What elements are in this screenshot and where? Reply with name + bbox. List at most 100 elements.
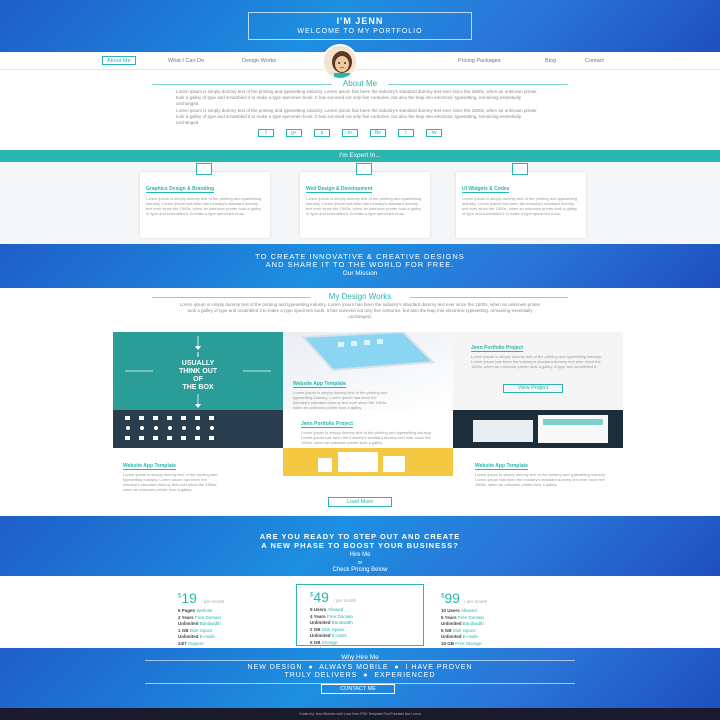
feature-value: Website [196,608,213,613]
nav-about[interactable]: About Me [102,56,136,65]
main-nav: About Me What I Can Do Design Works Pric… [0,52,720,70]
about-paragraph-2: Lorem ipsum is simply dummy text of the … [176,108,537,125]
work-title: Jenn Portfolio Project [301,421,353,428]
avatar-illustration [324,46,356,78]
feature-value: Bandwidth [462,621,484,626]
why-item: I HAVE PROVEN [405,664,473,671]
about-paragraph-1: Lorem ipsum is simply dummy text of the … [176,89,537,106]
tumblr-icon[interactable]: t [398,129,414,137]
works-title-line-left [152,297,310,298]
load-more-button[interactable]: Load More [328,497,392,507]
feature-key: 5 GB [310,639,322,645]
plan-features: 5 Users Allowed 4 Years Free Domain Unlimi… [310,607,410,646]
hero-banner: I'M JENN WELCOME TO MY PORTFOLIO [0,0,720,52]
work-template-tile: Website App Template Lorem ipsum is simp… [113,448,283,492]
work-template-tile-2: Website App Template Lorem ipsum is simp… [453,448,623,490]
work-title: Jenn Portfolio Project [471,345,523,352]
feature-key: Unlimited [441,621,463,626]
expert-card-title: Web Design & Development [306,186,373,193]
feature-key: 1 GB [178,627,190,633]
expert-card-web: Web Design & Development Lorem ipsum is … [300,163,430,238]
check-pricing-link[interactable]: Check Pricing Below [0,567,720,573]
view-project-button[interactable]: View Project [503,384,563,393]
pricing-plan-featured: $49 / per month 5 Users Allowed 4 Years F… [310,589,410,652]
feature-value: Storage [321,639,338,645]
expert-title: I'm Expert In... [339,152,381,159]
feature-key: 5 Users [310,607,328,612]
feature-key: 24/7 [178,640,189,646]
feature-key: Unlimited [310,633,332,638]
feature-key: Unlimited [178,621,200,626]
nav-pricing[interactable]: Pricing Packages [458,57,501,66]
work-title: Website App Template [475,463,528,470]
work-body: Lorem ipsum is simply dummy text of the … [293,390,388,410]
googleplus-icon[interactable]: g+ [286,129,302,137]
expert-card-title: Graphics Design & Branding [146,186,215,193]
twitter-icon[interactable]: tw [426,129,442,137]
contact-me-button[interactable]: CONTACT ME [321,684,395,694]
why-item: TRULY DELIVERS [284,672,358,679]
linkedin-icon[interactable]: in [342,129,358,137]
feature-key: 5 Years [441,614,458,620]
plan-price: $99 [441,590,460,606]
plan-feature-row: 5 GB Storage [310,640,410,647]
expert-card-ui: UI Widgets & Codes Lorem ipsum is simply… [456,163,586,238]
laptop-mockup-tile [283,448,453,476]
about-title-line-left [152,84,332,85]
feature-key: 10 Users [441,608,462,613]
laptop-mockup-image [318,452,405,472]
feature-value: Disk Space [189,627,213,633]
nav-what-i-can-do[interactable]: What I Can Do [168,57,204,66]
nav-design-works[interactable]: Design Works [242,57,276,66]
feature-key: 2 GB [310,626,322,632]
feature-value: Free Storage [455,640,482,646]
why-line-1: NEW DESIGN ● ALWAYS MOBILE ● I HAVE PROV… [247,664,473,671]
feature-key: 5 GB [441,627,453,633]
why-title: Why Hire Me [341,654,379,661]
pinterest-icon[interactable]: p [314,129,330,137]
about-title: About Me [342,79,378,88]
hire-me-link[interactable]: Hire Me [0,552,720,558]
why-item: EXPERIENCED [374,672,436,679]
why-line-2: TRULY DELIVERS ● EXPERIENCED [284,672,436,679]
expert-card-body: Lorem ipsum is simply dummy text of the … [306,196,421,216]
work-title: Website App Template [293,381,346,388]
plan-feature-row: 10 GB Free Storage [441,641,541,648]
feature-value: Allowed [327,607,344,612]
about-title-line-right [388,84,568,85]
work-body: Lorem ipsum is simply dummy text of the … [475,472,606,487]
feature-key: Unlimited [441,634,463,639]
behance-icon[interactable]: Be [370,129,386,137]
cta-line-2: A NEW PHASE TO BOOST YOUR BUSINESS? [261,541,459,550]
mission-line-2: AND SHARE IT TO THE WORLD FOR FREE. [265,260,455,269]
plan-period: / per month [201,599,225,604]
works-intro: Lorem ipsum is simply dummy text of the … [179,302,541,319]
plan-price: $49 [310,589,329,605]
phone-mockup-tile: Website App Template Lorem ipsum is simp… [283,330,453,410]
work-title: Website App Template [123,463,176,470]
feature-key: 4 Years [310,613,327,619]
web-design-icon [356,163,372,175]
feature-key: Unlimited [310,620,332,625]
think-arrows [125,336,271,408]
feature-value: Free Domain [326,613,353,619]
feature-value: E-mails [331,633,347,638]
hero-title-box: I'M JENN WELCOME TO MY PORTFOLIO [248,12,472,40]
feature-key: Unlimited [178,634,200,639]
nav-blog[interactable]: Blog [545,57,556,66]
plan-period: / per month [333,598,357,603]
facebook-icon[interactable]: f [258,129,274,137]
icon-grid-image [125,416,214,440]
works-title: My Design Works [328,292,392,301]
ui-widgets-icon [512,163,528,175]
footer: Coded by Jenn Bernice with Love from PSD… [0,708,720,720]
work-project-tile: Jenn Portfolio Project Lorem ipsum is si… [453,332,623,410]
feature-value: Bandwidth [199,621,221,626]
expert-band: I'm Expert In... [0,150,720,162]
expert-card-title: UI Widgets & Codes [462,186,510,193]
nav-contact[interactable]: Contact [585,57,604,66]
work-body: Lorem ipsum is simply dummy text of the … [471,354,602,369]
plan-price: $19 [178,590,197,606]
mission-banner: TO CREATE INNOVATIVE & CREATIVE DESIGNS … [0,244,720,288]
feature-value: Free Domain [457,614,484,620]
